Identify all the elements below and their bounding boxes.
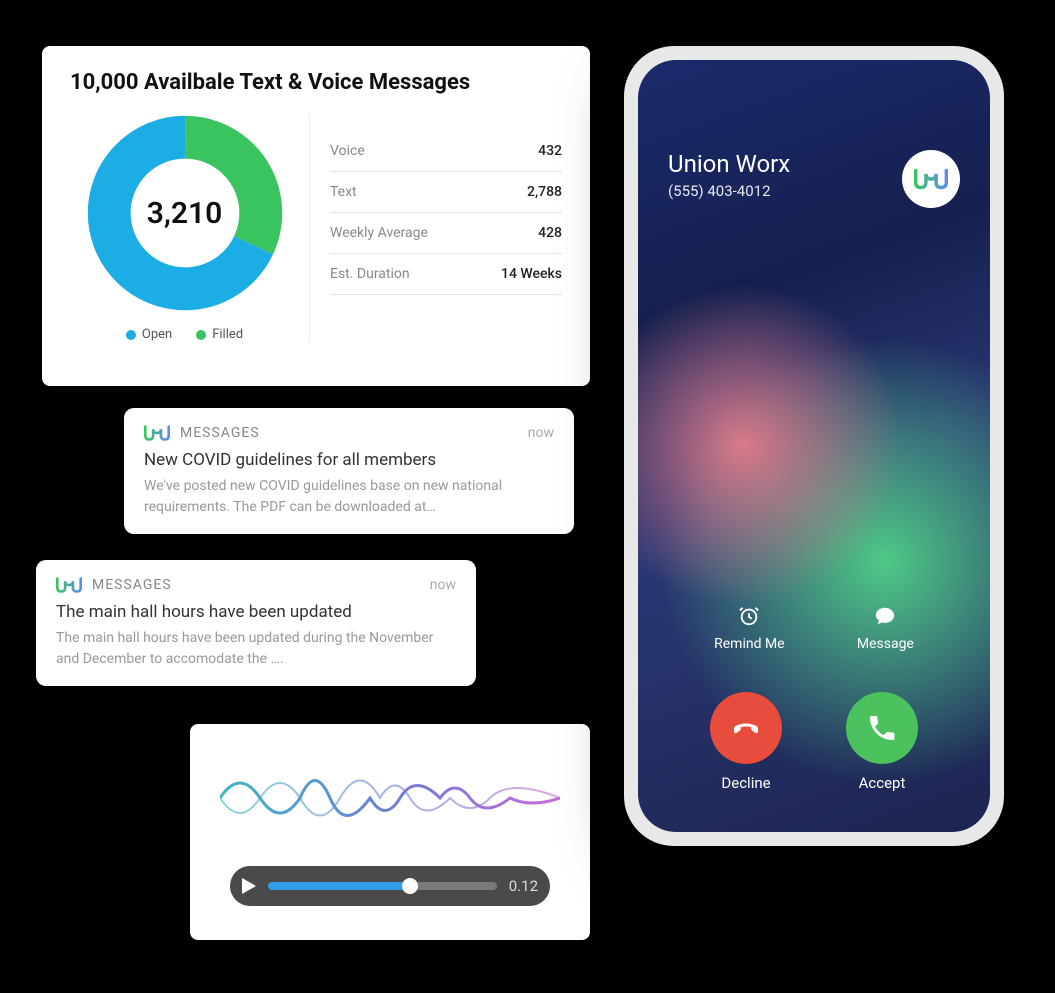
- app-logo-icon: [56, 576, 82, 594]
- stat-value: 432: [538, 143, 562, 159]
- caller-phone: (555) 403-4012: [668, 182, 790, 200]
- phone-mockup: Union Worx (555) 403-4012 Remind Me: [624, 46, 1004, 846]
- notification-card[interactable]: MESSAGES now The main hall hours have be…: [36, 560, 476, 686]
- playback-time: 0.12: [509, 877, 538, 895]
- legend-filled: Filled: [196, 327, 243, 342]
- swatch-icon: [126, 330, 136, 340]
- notification-card[interactable]: MESSAGES now New COVID guidelines for al…: [124, 408, 574, 534]
- phone-screen: Union Worx (555) 403-4012 Remind Me: [638, 60, 990, 832]
- stat-value: 2,788: [527, 184, 562, 200]
- notification-time: now: [528, 425, 554, 441]
- waveform-icon: [220, 758, 560, 842]
- swatch-icon: [196, 330, 206, 340]
- stat-value: 14 Weeks: [501, 266, 562, 282]
- stat-row: Est. Duration 14 Weeks: [330, 254, 562, 295]
- message-label: Message: [857, 636, 914, 652]
- remind-label: Remind Me: [714, 636, 784, 652]
- stat-value: 428: [538, 225, 562, 241]
- notification-app: MESSAGES: [92, 577, 172, 593]
- accept-label: Accept: [859, 774, 906, 792]
- donut-chart: 3,210: [85, 113, 285, 313]
- remind-me-button[interactable]: Remind Me: [714, 604, 784, 652]
- donut-chart-wrap: 3,210 Open Filled: [70, 113, 310, 342]
- caller-avatar: [902, 150, 960, 208]
- decline-circle[interactable]: [710, 692, 782, 764]
- chart-legend: Open Filled: [126, 327, 243, 342]
- seek-slider[interactable]: [268, 882, 497, 890]
- notification-body: We've posted new COVID guidelines base o…: [144, 476, 554, 518]
- notification-title: The main hall hours have been updated: [56, 602, 456, 622]
- chat-icon: [874, 604, 896, 628]
- audio-player: 0.12: [230, 866, 550, 906]
- notification-time: now: [430, 577, 456, 593]
- stats-table: Voice 432 Text 2,788 Weekly Average 428 …: [330, 113, 562, 342]
- play-icon[interactable]: [242, 878, 256, 894]
- notification-title: New COVID guidelines for all members: [144, 450, 554, 470]
- stat-row: Text 2,788: [330, 172, 562, 213]
- app-logo-icon: [144, 424, 170, 442]
- stat-label: Text: [330, 184, 357, 200]
- stat-label: Est. Duration: [330, 266, 410, 282]
- phone-icon: [866, 712, 898, 744]
- stat-row: Voice 432: [330, 131, 562, 172]
- accept-circle[interactable]: [846, 692, 918, 764]
- notification-body: The main hall hours have been updated du…: [56, 628, 456, 670]
- slider-thumb[interactable]: [402, 878, 418, 894]
- stat-label: Voice: [330, 143, 365, 159]
- legend-label: Filled: [212, 327, 243, 342]
- stats-title: 10,000 Availbale Text & Voice Messages: [70, 70, 562, 95]
- caller-header: Union Worx (555) 403-4012: [668, 150, 960, 208]
- accept-button[interactable]: Accept: [846, 692, 918, 792]
- legend-label: Open: [142, 327, 172, 342]
- alarm-icon: [738, 604, 760, 628]
- stat-label: Weekly Average: [330, 225, 428, 241]
- decline-button[interactable]: Decline: [710, 692, 782, 792]
- message-button[interactable]: Message: [857, 604, 914, 652]
- decline-label: Decline: [721, 774, 770, 792]
- audio-card: 0.12: [190, 724, 590, 940]
- stat-row: Weekly Average 428: [330, 213, 562, 254]
- caller-name: Union Worx: [668, 150, 790, 178]
- notification-app: MESSAGES: [180, 425, 260, 441]
- stats-card: 10,000 Availbale Text & Voice Messages 3…: [42, 46, 590, 386]
- phone-down-icon: [728, 710, 764, 746]
- legend-open: Open: [126, 327, 172, 342]
- donut-center-value: 3,210: [85, 113, 285, 313]
